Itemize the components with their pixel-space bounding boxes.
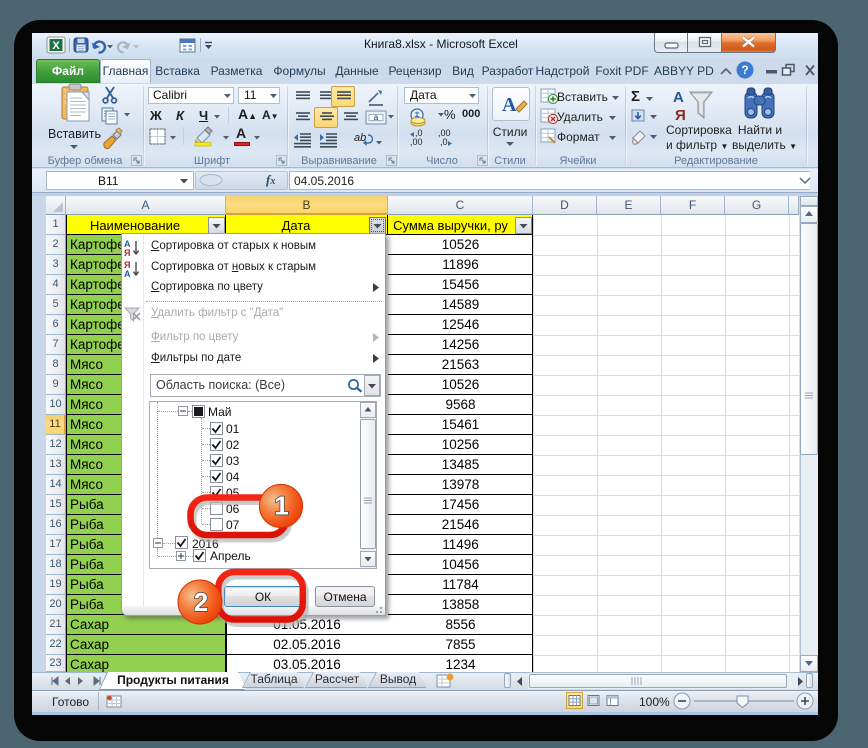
svg-text:A: A [502,94,517,116]
svg-text:X: X [52,40,60,52]
svg-text:a: a [374,113,379,122]
svg-text:,0: ,0 [440,137,448,147]
svg-text:?: ? [741,63,748,77]
svg-text:А: А [673,89,684,106]
svg-text:,00: ,00 [410,137,423,147]
svg-text:А: А [124,269,131,279]
svg-text:Я: Я [675,107,686,124]
svg-text:Я: Я [124,248,130,258]
